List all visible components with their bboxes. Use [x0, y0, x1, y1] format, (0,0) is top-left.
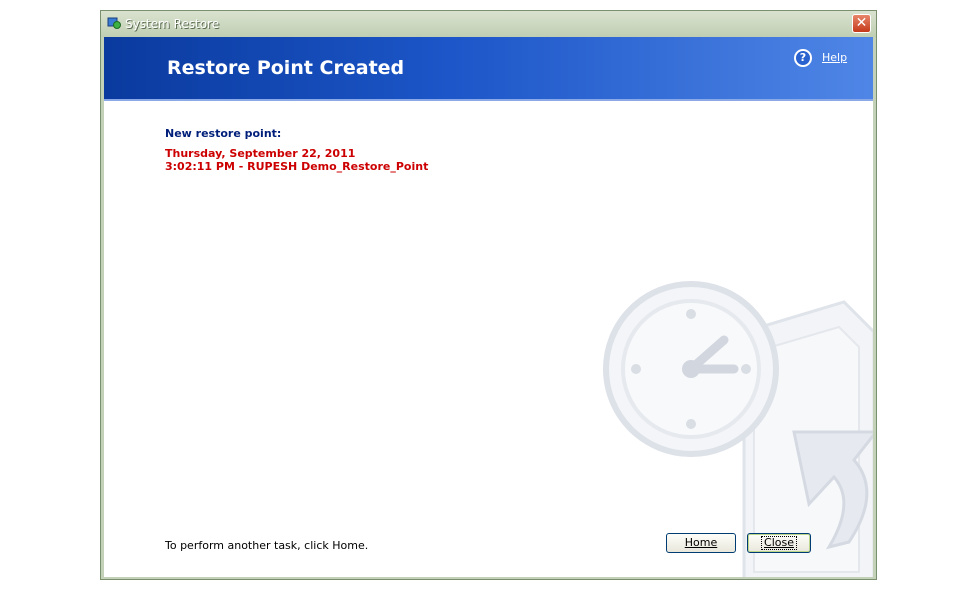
- clock-restore-watermark-icon: [603, 281, 873, 577]
- system-restore-icon: [107, 17, 121, 29]
- header-banner: Restore Point Created ? Help: [104, 37, 873, 101]
- window-close-button[interactable]: ✕: [852, 14, 871, 33]
- new-restore-point-label: New restore point:: [165, 127, 282, 140]
- help-icon[interactable]: ?: [794, 49, 812, 67]
- close-button[interactable]: Close: [747, 533, 811, 553]
- client-area: Restore Point Created ? Help New restore…: [104, 37, 873, 577]
- help-link[interactable]: Help: [822, 51, 847, 64]
- restore-point-date: Thursday, September 22, 2011: [165, 147, 356, 160]
- home-button-label: Home: [684, 536, 718, 549]
- system-restore-window: System Restore ✕ Restore Point Created ?…: [100, 10, 877, 580]
- home-button[interactable]: Home: [666, 533, 736, 553]
- close-button-label: Close: [761, 536, 797, 550]
- footer-instruction: To perform another task, click Home.: [165, 539, 369, 552]
- window-title: System Restore: [125, 17, 220, 31]
- page-title: Restore Point Created: [167, 57, 405, 79]
- restore-point-detail: 3:02:11 PM - RUPESH Demo_Restore_Point: [165, 160, 429, 173]
- title-bar[interactable]: System Restore ✕: [101, 11, 876, 37]
